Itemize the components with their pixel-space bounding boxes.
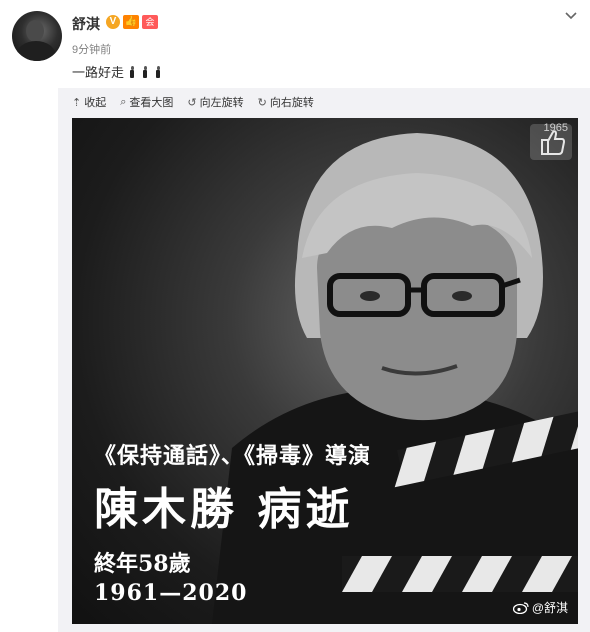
collapse-label: 收起	[84, 97, 107, 109]
chevron-down-icon[interactable]	[564, 8, 578, 22]
search-icon: ⌕	[120, 95, 127, 108]
view-large-label: 查看大图	[129, 97, 174, 109]
watermark-text: @舒淇	[531, 601, 568, 615]
rotate-left-label: 向左旋转	[199, 97, 244, 109]
post-time[interactable]: 9分钟前	[72, 41, 111, 57]
caption-years: 1961—2020	[94, 580, 248, 606]
candle-icon	[127, 65, 137, 78]
avatar-shoulder	[16, 41, 56, 61]
user-badges: V 👍 会员	[106, 15, 158, 41]
rotate-left-icon: ↺	[187, 96, 197, 109]
image-counter: 1965	[543, 122, 568, 134]
caption-film-titles: 《保持通話》、《掃毒》導演	[94, 443, 372, 469]
rotate-right-icon: ↻	[257, 96, 267, 109]
rotate-right-button[interactable]: ↻ 向右旋转	[258, 94, 314, 110]
image-watermark: @舒淇	[512, 599, 568, 616]
rotate-left-button[interactable]: ↺ 向左旋转	[187, 94, 243, 110]
image-toolbar: ⇡ 收起 ⌕ 查看大图 ↺ 向左旋转 ↻ 向右旋转	[72, 94, 314, 110]
arrow-up-icon: ⇡	[72, 96, 82, 109]
verified-icon[interactable]: V	[106, 15, 120, 29]
view-large-button[interactable]: ⌕ 查看大图	[120, 94, 173, 110]
caption-headline: 陳木勝 病逝	[94, 484, 354, 535]
rotate-right-label: 向右旋转	[269, 97, 314, 109]
post-image[interactable]: 1965 《保持通話》、《掃毒》導演 陳木勝 病逝 終年58歲 1961—202…	[72, 118, 578, 624]
collapse-button[interactable]: ⇡ 收起	[72, 94, 106, 110]
post-text: 一路好走	[72, 65, 125, 80]
avatar-head	[26, 20, 44, 42]
candle-icon	[140, 65, 150, 78]
member-icon[interactable]: 会员	[142, 15, 158, 41]
user-name[interactable]: 舒淇	[72, 14, 100, 34]
vip-icon[interactable]: 👍	[123, 15, 139, 29]
candle-icon	[153, 65, 163, 78]
caption-age: 終年58歲	[94, 551, 191, 577]
user-avatar[interactable]	[12, 11, 62, 61]
weibo-logo-icon	[512, 602, 529, 614]
post-content: 一路好走	[72, 62, 163, 81]
